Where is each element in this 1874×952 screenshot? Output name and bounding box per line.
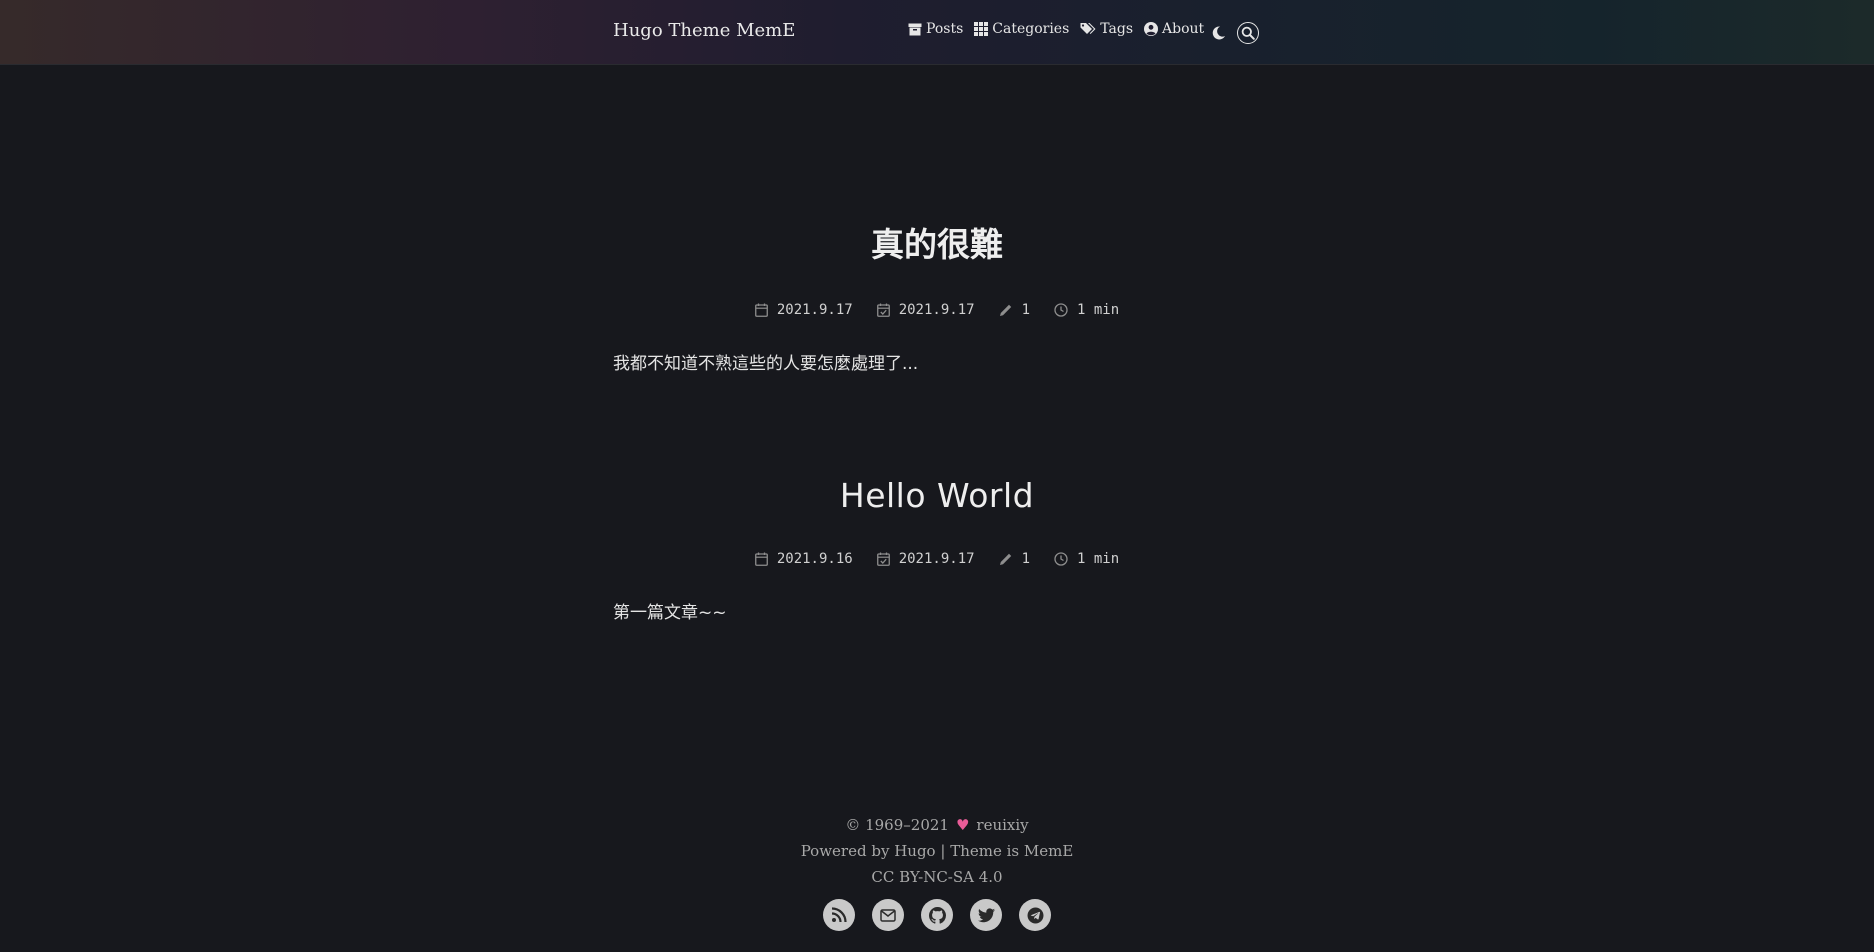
rss-icon [831, 907, 847, 923]
nav-label-categories: Categories [992, 21, 1070, 37]
search-button[interactable] [1237, 22, 1259, 44]
post-meta: 2021.9.17 2021.9.17 1 1 min [613, 302, 1261, 318]
nav-item-about[interactable]: About [1144, 21, 1204, 37]
github-icon [928, 906, 946, 924]
pencil-icon [999, 553, 1011, 565]
nav-item-categories[interactable]: Categories [974, 21, 1069, 37]
updated-date: 2021.9.17 [898, 302, 975, 318]
email-link[interactable] [872, 899, 904, 931]
word-count: 1 [1021, 302, 1030, 318]
site-header: Hugo Theme MemE Posts Categories Tags Ab… [0, 0, 1874, 65]
pencil-icon [999, 304, 1011, 316]
rss-link[interactable] [823, 899, 855, 931]
post-item: Hello World 2021.9.16 2021.9.17 1 1 min … [613, 476, 1261, 623]
grid-icon [974, 22, 989, 36]
clock-icon [1054, 303, 1068, 317]
calendar-icon [754, 303, 768, 317]
main-nav: Posts Categories Tags About [908, 21, 1215, 37]
license-link[interactable]: CC BY-NC-SA 4.0 [871, 868, 1002, 886]
author-link[interactable]: reuixiy [976, 816, 1028, 834]
license-line: CC BY-NC-SA 4.0 [0, 864, 1874, 890]
twitter-icon [977, 907, 995, 922]
meta-published: 2021.9.17 [754, 302, 853, 318]
calendar-check-icon [876, 303, 890, 317]
theme-toggle-button[interactable] [1211, 25, 1227, 41]
post-item: 真的很難 2021.9.17 2021.9.17 1 1 min 我都不知道不熟… [613, 218, 1261, 374]
search-icon [1241, 26, 1255, 40]
meta-words: 1 [999, 551, 1030, 567]
theme-is-label: Theme is [950, 842, 1020, 860]
powered-by-line: Powered by Hugo | Theme is MemE [0, 838, 1874, 864]
copyright-line: © 1969–2021 ♥ reuixiy [0, 812, 1874, 838]
hugo-link[interactable]: Hugo [894, 842, 935, 860]
nav-label-about: About [1162, 21, 1205, 37]
post-meta: 2021.9.16 2021.9.17 1 1 min [613, 551, 1261, 567]
updated-date: 2021.9.17 [898, 551, 975, 567]
user-circle-icon [1144, 22, 1159, 36]
mail-icon [880, 908, 896, 922]
post-summary: 第一篇文章~~ [613, 603, 727, 623]
meta-read-time: 1 min [1054, 551, 1119, 567]
meme-link[interactable]: MemE [1024, 842, 1073, 860]
footer-separator: | [940, 842, 946, 860]
heart-icon: ♥ [955, 816, 970, 834]
site-footer: © 1969–2021 ♥ reuixiy Powered by Hugo | Th… [0, 812, 1874, 931]
meta-read-time: 1 min [1054, 302, 1119, 318]
telegram-icon [1027, 907, 1043, 923]
archive-icon [908, 23, 922, 35]
tags-icon [1080, 23, 1096, 34]
nav-item-tags[interactable]: Tags [1080, 21, 1133, 37]
read-time: 1 min [1077, 302, 1120, 318]
post-title[interactable]: Hello World [613, 476, 1261, 515]
meta-words: 1 [999, 302, 1030, 318]
copyright: © 1969–2021 [845, 816, 949, 834]
clock-icon [1054, 552, 1068, 566]
word-count: 1 [1021, 551, 1030, 567]
post-summary: 我都不知道不熟這些的人要怎麼處理了... [613, 354, 919, 374]
read-time: 1 min [1077, 551, 1120, 567]
github-link[interactable] [921, 899, 953, 931]
published-date: 2021.9.17 [776, 302, 853, 318]
moon-icon [1212, 26, 1225, 40]
calendar-icon [754, 552, 768, 566]
meta-published: 2021.9.16 [754, 551, 853, 567]
nav-label-posts: Posts [926, 21, 964, 37]
site-title[interactable]: Hugo Theme MemE [613, 20, 795, 41]
social-links [0, 899, 1874, 931]
published-date: 2021.9.16 [776, 551, 853, 567]
powered-by-label: Powered by [800, 842, 890, 860]
telegram-link[interactable] [1019, 899, 1051, 931]
post-title[interactable]: 真的很難 [613, 218, 1261, 266]
nav-item-posts[interactable]: Posts [908, 21, 963, 37]
meta-updated: 2021.9.17 [876, 551, 975, 567]
nav-label-tags: Tags [1100, 21, 1134, 37]
meta-updated: 2021.9.17 [876, 302, 975, 318]
calendar-check-icon [876, 552, 890, 566]
twitter-link[interactable] [970, 899, 1002, 931]
